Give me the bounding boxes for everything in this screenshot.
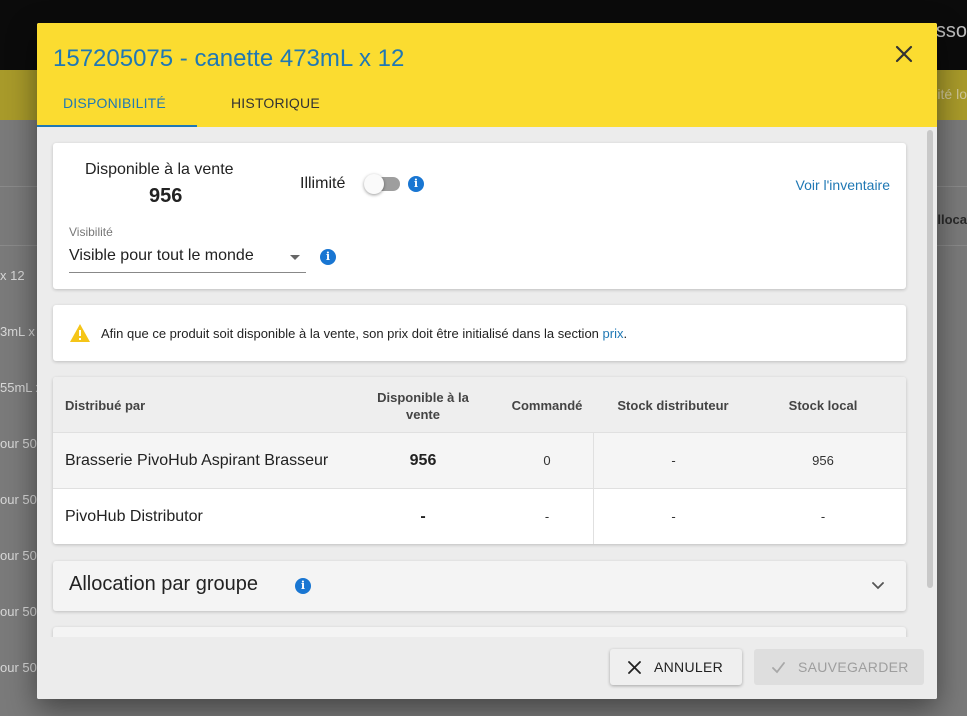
background-row-label: 3mL x	[0, 324, 35, 339]
tab-disponibilite[interactable]: Disponibilité	[63, 95, 166, 111]
price-warning-text: Afin que ce produit soit disponible à la…	[101, 326, 627, 341]
x-icon	[628, 661, 641, 674]
save-button[interactable]: Sauvegarder	[754, 649, 924, 685]
background-column-header: lloca	[937, 212, 967, 227]
cell-local-stock: -	[820, 509, 826, 524]
table-row: PivoHub Distributor - - - -	[53, 488, 906, 544]
toggle-knob	[364, 174, 384, 194]
product-dialog: 157205075 - canette 473mL x 12 Disponibi…	[37, 23, 937, 699]
allocation-title: Allocation par groupe	[69, 573, 259, 595]
background-row-label: our 50	[0, 492, 37, 507]
header-ordered: Commandé	[511, 398, 583, 413]
unlimited-toggle[interactable]	[364, 174, 400, 194]
header-available: Disponible à la vente	[377, 390, 469, 422]
cancel-button-label: Annuler	[654, 659, 724, 675]
cancel-button[interactable]: Annuler	[610, 649, 742, 685]
cell-available: -	[420, 508, 426, 525]
available-for-sale-value: 956	[149, 185, 183, 207]
close-button[interactable]	[893, 43, 915, 65]
close-icon	[895, 45, 913, 63]
allocation-accordion[interactable]: Allocation par groupe i	[53, 561, 906, 611]
cell-ordered: 0	[543, 453, 551, 468]
visibility-select[interactable]: Visible pour tout le monde	[69, 243, 306, 273]
cell-distributor: Brasserie PivoHub Aspirant Brasseur	[65, 452, 329, 469]
header-local-stock: Stock local	[788, 398, 858, 413]
header-distributor-stock: Stock distributeur	[617, 398, 729, 413]
visibility-label: Visibilité	[69, 225, 113, 239]
table-header: Distribué par Disponible à la vente Comm…	[53, 377, 906, 432]
save-button-label: Sauvegarder	[798, 659, 909, 675]
background-yellowbar-text: ité lo	[937, 86, 967, 102]
cell-distributor-stock: -	[593, 489, 753, 544]
background-row-label: 55mL x	[0, 380, 43, 395]
background-row-label: our 50	[0, 604, 37, 619]
dialog-content: Disponible à la vente 956 Illimité i Voi…	[37, 127, 937, 637]
availability-card: Disponible à la vente 956 Illimité i Voi…	[53, 143, 906, 289]
background-row-label: x 12	[0, 268, 25, 283]
unlimited-label: Illimité	[300, 175, 346, 192]
background-row-label: our 50	[0, 548, 37, 563]
dialog-header: 157205075 - canette 473mL x 12 Disponibi…	[37, 23, 937, 127]
price-warning-card: Afin que ce produit soit disponible à la…	[53, 305, 906, 361]
info-icon[interactable]: i	[320, 249, 336, 265]
chevron-down-icon[interactable]	[872, 579, 884, 591]
background-row-label: our 50	[0, 436, 37, 451]
table-row: Brasserie PivoHub Aspirant Brasseur 956 …	[53, 432, 906, 489]
check-icon	[772, 662, 785, 674]
scrollbar[interactable]	[927, 130, 933, 588]
warning-icon	[70, 324, 90, 342]
available-for-sale-label: Disponible à la vente	[85, 161, 234, 178]
dialog-title: 157205075 - canette 473mL x 12	[53, 45, 405, 72]
visibility-select-value: Visible pour tout le monde	[69, 247, 254, 264]
warning-suffix: .	[623, 326, 628, 341]
warning-message: Afin que ce produit soit disponible à la…	[101, 326, 603, 341]
cell-local-stock: 956	[812, 453, 834, 468]
cell-distributor-stock: -	[593, 433, 753, 489]
next-section-card	[53, 627, 906, 637]
tab-historique[interactable]: Historique	[231, 95, 320, 111]
distribution-table: Distribué par Disponible à la vente Comm…	[53, 377, 906, 544]
background-row-label: our 50	[0, 660, 37, 675]
info-icon[interactable]: i	[295, 578, 311, 594]
dialog-footer: Annuler Sauvegarder	[37, 637, 937, 699]
view-inventory-link[interactable]: Voir l'inventaire	[796, 177, 891, 193]
cell-ordered: -	[544, 509, 550, 524]
cell-available: 956	[409, 452, 437, 469]
cell-distributor: PivoHub Distributor	[65, 508, 203, 525]
info-icon[interactable]: i	[408, 176, 424, 192]
price-link[interactable]: prix	[603, 326, 624, 341]
header-distributor: Distribué par	[65, 398, 146, 413]
chevron-down-icon	[290, 255, 300, 260]
